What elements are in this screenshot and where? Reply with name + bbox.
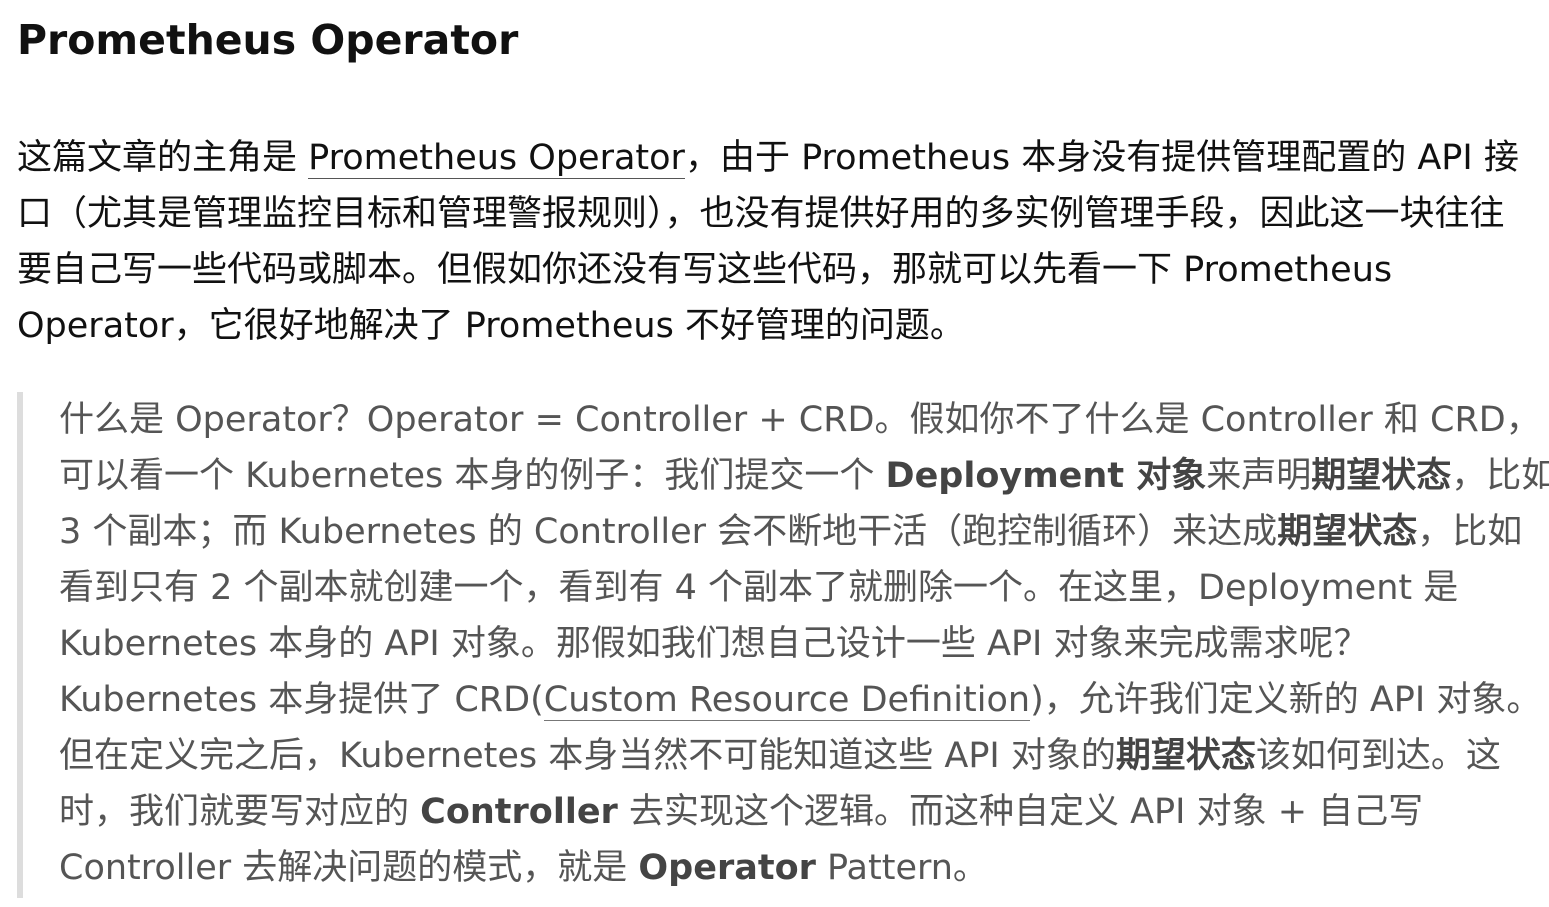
intro-line-1: 这篇文章的主角是 Prometheus Operator，由于 Promethe… <box>17 138 1519 179</box>
bold-operator: Operator <box>638 848 816 888</box>
quote-line-9: Controller 去解决问题的模式，就是 Operator Pattern。 <box>59 848 988 888</box>
intro-line-3: 要自己写一些代码或脚本。但假如你还没有写这些代码，那就可以先看一下 Promet… <box>17 250 1393 290</box>
intro-line-4: Operator，它很好地解决了 Prometheus 不好管理的问题。 <box>17 306 965 346</box>
quote-line-7: 但在定义完之后，Kubernetes 本身当然不可能知道这些 API 对象的期望… <box>59 736 1501 776</box>
intro-paragraph: 这篇文章的主角是 Prometheus Operator，由于 Promethe… <box>17 130 1532 354</box>
bold-desired-state: 期望状态 <box>1277 512 1418 552</box>
bold-deployment-object: Deployment 对象 <box>885 456 1207 496</box>
page-title: Prometheus Operator <box>17 16 519 64</box>
quote-line-4: 看到只有 2 个副本就创建一个，看到有 4 个副本了就删除一个。在这里，Depl… <box>59 568 1459 608</box>
quote-line-5: Kubernetes 本身的 API 对象。那假如我们想自己设计一些 API 对… <box>59 624 1369 664</box>
quote-line-6: Kubernetes 本身提供了 CRD(Custom Resource Def… <box>59 680 1542 721</box>
bold-desired-state: 期望状态 <box>1115 736 1256 776</box>
quote-line-3: 3 个副本；而 Kubernetes 的 Controller 会不断地干活（跑… <box>59 512 1523 552</box>
intro-line-2: 口（尤其是管理监控目标和管理警报规则），也没有提供好用的多实例管理手段，因此这一… <box>17 194 1505 234</box>
custom-resource-definition-link[interactable]: Custom Resource Definition <box>543 680 1031 721</box>
bold-desired-state: 期望状态 <box>1311 456 1452 496</box>
article: Prometheus Operator 这篇文章的主角是 Prometheus … <box>0 0 1549 907</box>
quote-line-2: 可以看一个 Kubernetes 本身的例子：我们提交一个 Deployment… <box>59 456 1549 496</box>
quote-line-8: 时，我们就要写对应的 Controller 去实现这个逻辑。而这种自定义 API… <box>59 792 1424 832</box>
operator-blockquote: 什么是 Operator？Operator = Controller + CRD… <box>17 392 1549 898</box>
prometheus-operator-link[interactable]: Prometheus Operator <box>308 138 685 179</box>
bold-controller: Controller <box>420 792 618 832</box>
quote-line-1: 什么是 Operator？Operator = Controller + CRD… <box>59 400 1541 440</box>
